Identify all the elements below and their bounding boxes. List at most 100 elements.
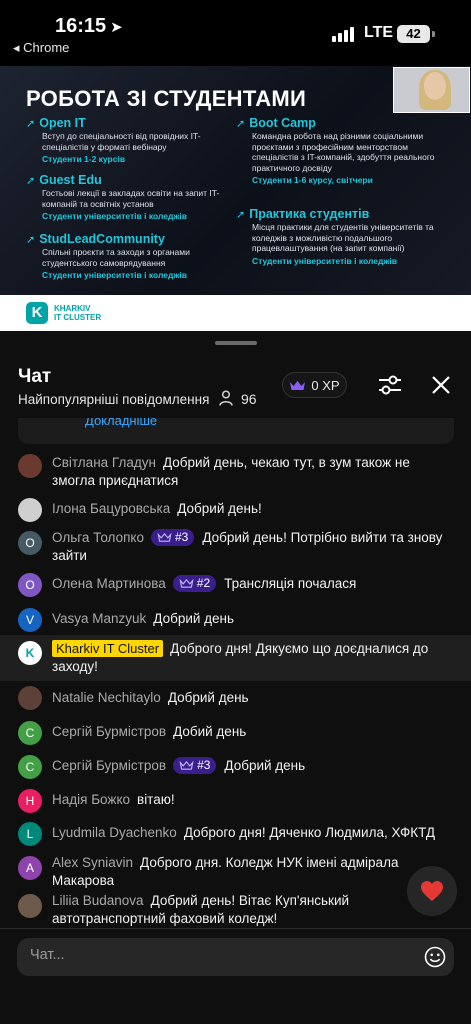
message-content: Сергій Бурмістров #3 Добрий день [52,757,455,775]
chat-message: Н Надія Божко вітаю! [0,784,471,818]
block-sub: Студенти університетів і коледжів [42,270,188,280]
location-arrow-icon: ➤ [110,19,123,36]
message-content: Alex Syniavin Доброго дня. Коледж НУК іме… [52,854,455,890]
emoji-icon[interactable] [424,946,446,968]
status-bar: 16:15 ➤ ◂ Chrome LTE 42 [0,0,471,66]
speaker-face [424,72,446,100]
chat-message: О Олена Мартинова #2 Трансляція почалася [0,569,471,601]
author-name[interactable]: Ілона Бацуровська [52,501,170,516]
sliders-icon[interactable] [377,372,403,398]
avatar[interactable]: V [18,608,42,632]
author-name[interactable]: Сергій Бурмістров [52,724,166,739]
battery-icon: 42 [397,25,430,43]
heart-icon [421,881,443,901]
xp-label: 0 XP [311,377,340,393]
person-icon [219,390,233,406]
arrow-icon: ➚ [26,117,36,130]
message-content: Олена Мартинова #2 Трансляція почалася [52,575,455,593]
avatar[interactable] [18,498,42,522]
author-name[interactable]: Світлана Гладун [52,455,156,470]
avatar[interactable]: С [18,755,42,779]
badge-rank: #3 [197,758,211,772]
video-player[interactable]: РОБОТА ЗІ СТУДЕНТАМИ ➚ Open IT Вступ до с… [0,66,471,331]
chat-panel: Чат Найпопулярніші повідомлення 96 0 XP … [0,331,471,1024]
block-title: StudLeadCommunity [39,232,165,246]
block-desc: Командна робота над різними соціальними … [252,131,435,173]
avatar[interactable]: О [18,531,42,555]
reaction-button[interactable] [407,866,457,916]
author-name[interactable]: Lyudmila Dyachenko [52,825,177,840]
block-title: Boot Camp [249,116,316,130]
arrow-icon: ➚ [236,117,246,130]
author-name[interactable]: Natalie Nechitaylo [52,690,161,705]
avatar[interactable] [18,686,42,710]
arrow-icon: ➚ [26,174,36,187]
author-name[interactable]: Alex Syniavin [52,855,133,870]
chat-message: Світлана Гладун Добрий день, чекаю тут, в… [0,451,471,491]
chat-message: О Ольга Толопко #3 Добрий день! Потрібно в… [0,526,471,566]
author-name[interactable]: Олена Мартинова [52,576,166,591]
arrow-icon: ➚ [26,233,36,246]
member-badge: #3 [173,757,217,774]
avatar[interactable]: L [18,822,42,846]
author-name[interactable]: Сергій Бурмістров [52,758,166,773]
block-desc: Гостьові лекції в закладах освіти на зап… [42,188,220,209]
avatar[interactable]: Н [18,789,42,813]
logo-text: KHARKIV IT CLUSTER [54,304,101,322]
message-content: Світлана Гладун Добрий день, чекаю тут, в… [52,454,455,490]
author-name[interactable]: Liliia Budanova [52,893,144,908]
avatar[interactable]: A [18,856,42,880]
viewer-count: 96 [241,391,257,407]
block-title: Open IT [39,116,86,130]
message-text: вітаю! [137,792,175,807]
author-name[interactable]: Ольга Толопко [52,530,144,545]
xp-button[interactable]: 0 XP [282,372,347,398]
drag-handle[interactable] [215,341,257,345]
speaker-webcam [393,67,470,113]
crown-icon [179,761,194,770]
block-sub: Студенти 1-6 курсу, світчери [252,175,373,185]
message-text: Добрий день [224,758,306,773]
block-sub: Студенти університетів і коледжів [252,255,398,266]
message-content: Natalie Nechitaylo Добрий день [52,689,455,707]
message-content: Liliia Budanova Добрий день! Вітає Куп'ян… [52,892,401,928]
message-text: Добрий день [153,611,235,626]
chat-input-box[interactable] [17,938,454,976]
back-to-chrome-link[interactable]: ◂ Chrome [13,40,69,56]
message-content: Lyudmila Dyachenko Доброго дня! Дяченко Л… [52,824,455,842]
message-content: Ілона Бацуровська Добрий день! [52,500,455,518]
crown-icon [290,380,306,390]
block-sub: Студенти 1-2 курсів [42,154,126,164]
owner-badge[interactable]: Kharkiv IT Cluster [52,640,164,657]
pinned-card: Докладніше [18,418,454,444]
avatar[interactable] [18,454,42,478]
avatar[interactable]: С [18,721,42,745]
status-time: 16:15 ➤ [55,15,123,38]
author-name[interactable]: Надія Божко [52,792,130,807]
chat-message: A Alex Syniavin Доброго дня. Коледж НУК і… [0,850,471,890]
arrow-icon: ➚ [236,208,246,221]
avatar[interactable]: О [18,573,42,597]
more-link[interactable]: Докладніше [85,418,157,428]
network-type: LTE [364,24,394,41]
avatar[interactable]: K [18,641,42,665]
message-content: Надія Божко вітаю! [52,791,455,809]
chat-filter-label[interactable]: Найпопулярніші повідомлення [18,392,209,407]
message-text: Трансляція почалася [224,576,357,591]
chat-message: С Сергій Бурмістров #3 Добрий день [0,750,471,784]
message-text: Доброго дня! Дяченко Людмила, ХФКТД [183,825,436,840]
chat-message: Liliia Budanova Добрий день! Вітає Куп'ян… [0,889,471,931]
battery-tip [432,31,435,37]
logo-line1: KHARKIV [54,304,91,313]
close-icon[interactable] [429,373,453,397]
member-badge: #3 [150,529,195,546]
time-text: 16:15 [55,15,107,37]
chat-message: L Lyudmila Dyachenko Доброго дня! Дяченко… [0,818,471,852]
chat-input[interactable] [30,947,410,963]
block-desc: Місця практики для студентів університет… [252,222,434,253]
author-name[interactable]: Vasya Manzyuk [52,611,146,626]
message-content: Vasya Manzyuk Добрий день [52,610,455,628]
member-badge: #2 [172,575,217,592]
badge-rank: #3 [174,530,189,544]
avatar[interactable] [18,894,42,918]
